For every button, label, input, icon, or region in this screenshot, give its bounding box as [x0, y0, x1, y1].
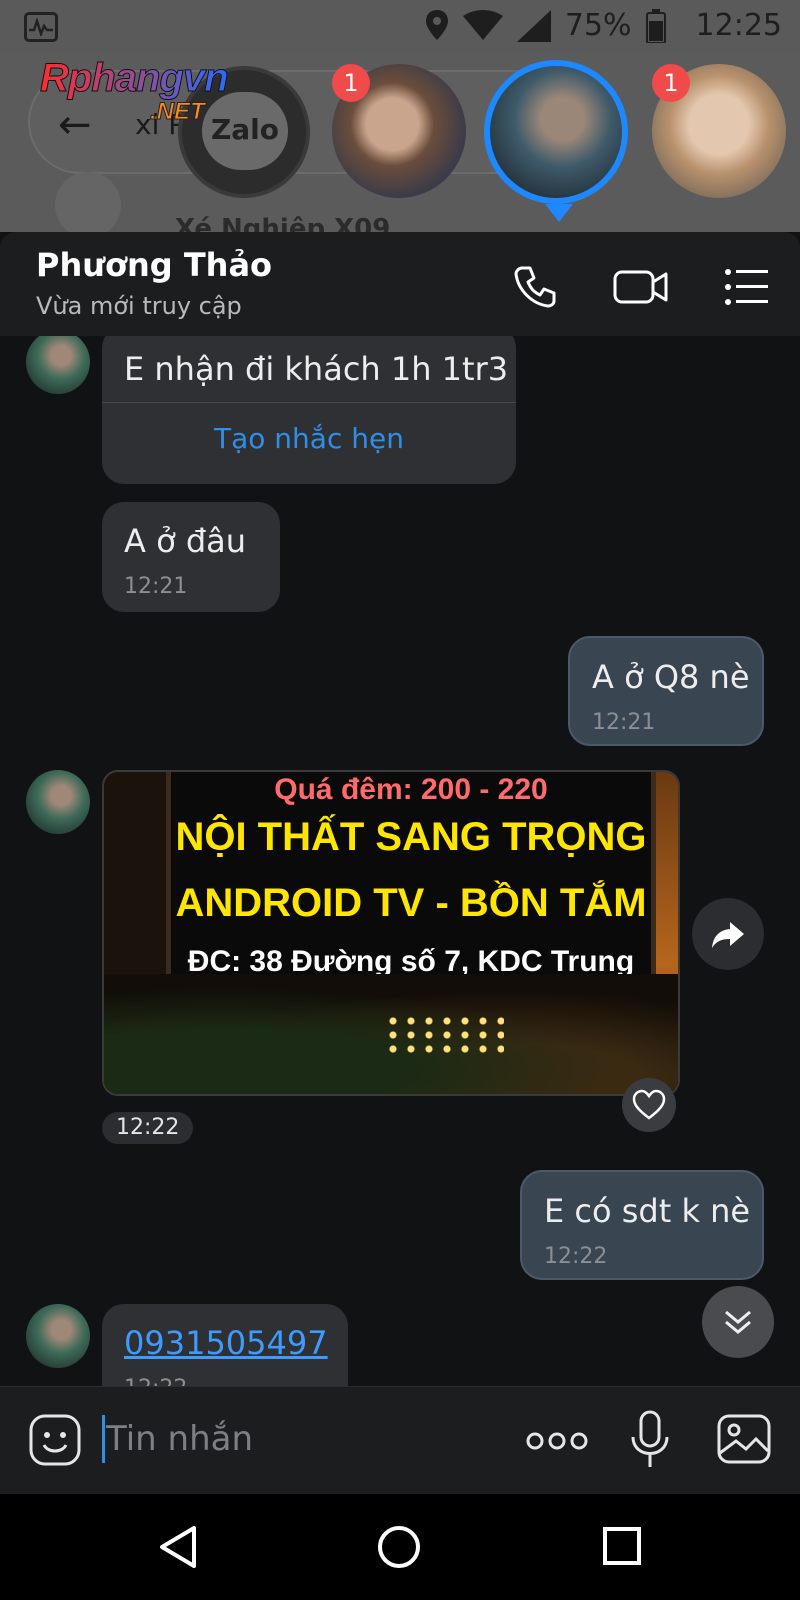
unread-badge: 1 — [332, 64, 370, 102]
message-text: A ở đâu — [124, 522, 247, 560]
nav-back-icon[interactable] — [156, 1524, 202, 1570]
contact-avatar[interactable] — [26, 1304, 90, 1368]
image-gallery-icon[interactable] — [716, 1413, 772, 1467]
back-arrow-icon: ← — [58, 102, 92, 148]
more-options-icon[interactable] — [526, 1431, 588, 1451]
system-navigation-bar — [0, 1494, 800, 1600]
active-chat-head-pointer — [545, 204, 573, 222]
watermark-logo: Rphangvn .NET — [40, 56, 230, 126]
status-bar: 75% 12:25 — [0, 0, 800, 54]
message-time: 12:22 — [544, 1244, 608, 1269]
image-message[interactable]: Quá đêm: 200 - 220 NỘI THẤT SANG TRỌNG A… — [102, 770, 680, 1096]
sign-line: NỘI THẤT SANG TRỌNG — [175, 815, 647, 859]
contact-status: Vừa mới truy cập — [36, 292, 242, 320]
menu-icon[interactable] — [722, 262, 772, 312]
message-bubble[interactable]: A ở đâu 12:21 — [102, 502, 280, 612]
message-time: 12:22 — [102, 1112, 194, 1144]
message-bubble[interactable]: E nhận đi khách 1h 1tr3 Tạo nhắc hẹn — [102, 336, 516, 484]
text-caret — [102, 1415, 105, 1463]
sticker-icon[interactable] — [28, 1413, 82, 1467]
create-reminder-link[interactable]: Tạo nhắc hẹn — [102, 422, 516, 455]
forward-arrow-icon — [712, 922, 744, 948]
heart-icon — [632, 1089, 666, 1120]
contact-avatar[interactable] — [26, 336, 90, 394]
activity-icon — [24, 12, 58, 42]
location-icon — [425, 9, 448, 40]
video-call-icon[interactable] — [612, 262, 670, 312]
contact-name[interactable]: Phương Thảo — [36, 246, 272, 284]
message-bubble-sent[interactable]: E có sdt k nè 12:22 — [520, 1170, 764, 1280]
nav-home-icon[interactable] — [376, 1524, 422, 1570]
message-input-bar: Tin nhắn — [0, 1386, 800, 1494]
phone-icon[interactable] — [510, 262, 560, 312]
react-heart-button[interactable] — [622, 1078, 676, 1132]
nav-recents-icon[interactable] — [602, 1526, 642, 1566]
scroll-to-bottom-button[interactable] — [702, 1286, 774, 1358]
message-text: E có sdt k nè — [544, 1192, 751, 1230]
message-text: A ở Q8 nè — [592, 658, 750, 696]
signal-icon — [516, 9, 551, 42]
message-time: 12:21 — [124, 574, 188, 599]
photo-lights — [384, 1014, 504, 1054]
zalo-logo: Zalo — [202, 92, 288, 170]
forward-button[interactable] — [692, 898, 764, 970]
battery-percent: 75% — [564, 8, 632, 43]
phone-number-link[interactable]: 0931505497 — [124, 1324, 328, 1362]
watermark-suffix: .NET — [150, 98, 206, 126]
clock: 12:25 — [695, 8, 782, 43]
double-chevron-down-icon — [725, 1310, 751, 1334]
chat-head-active[interactable] — [484, 60, 628, 204]
message-time: 12:21 — [592, 710, 656, 735]
message-list[interactable]: E nhận đi khách 1h 1tr3 Tạo nhắc hẹn A ở… — [0, 336, 800, 1386]
battery-icon — [645, 8, 666, 43]
message-bubble[interactable]: 0931505497 12:22 — [102, 1304, 348, 1386]
sign-line: Quá đêm: 200 - 220 — [274, 773, 548, 806]
watermark-main-text: Rphangvn — [40, 56, 230, 101]
message-time: 12:22 — [124, 1376, 187, 1386]
sign-line: ANDROID TV - BỒN TẮM — [175, 881, 647, 925]
message-input[interactable]: Tin nhắn — [106, 1419, 253, 1459]
wifi-icon — [462, 9, 503, 40]
message-text: E nhận đi khách 1h 1tr3 — [124, 350, 509, 388]
unread-badge: 1 — [652, 64, 690, 102]
microphone-icon[interactable] — [628, 1409, 672, 1471]
chat-header: Phương Thảo Vừa mới truy cập — [0, 232, 800, 336]
message-bubble-sent[interactable]: A ở Q8 nè 12:21 — [568, 636, 764, 746]
contact-avatar[interactable] — [26, 770, 90, 834]
bubble-divider — [102, 402, 516, 403]
background-avatar — [55, 172, 121, 238]
